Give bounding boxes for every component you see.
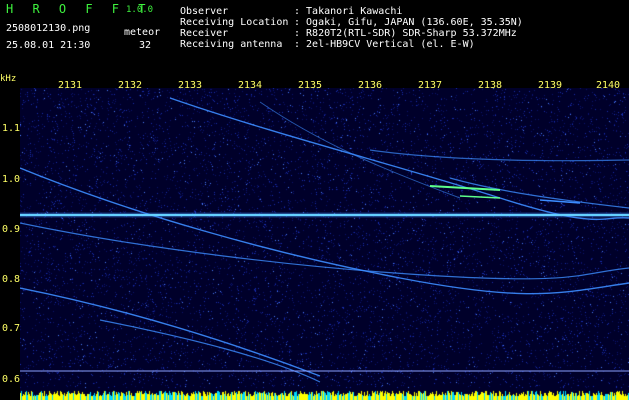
y-tick-0-6: 0.6: [2, 374, 21, 385]
trace-upper-b: [369, 149, 629, 162]
file-name: 2508012130.png: [6, 23, 91, 34]
datetime: 25.08.01 21:30: [6, 40, 91, 51]
x-tick-2134: 2134: [238, 80, 263, 91]
trace-lower-a: [20, 287, 321, 377]
y-tick-0-7: 0.7: [2, 323, 21, 334]
trace-mid-a: [20, 222, 629, 280]
trace-steep: [259, 101, 461, 199]
x-tick-2131: 2131: [58, 80, 83, 91]
antenna-label: Receiving antenna: [180, 39, 283, 50]
x-tick-2135: 2135: [298, 80, 323, 91]
x-tick-2132: 2132: [118, 80, 143, 91]
x-tick-2138: 2138: [478, 80, 503, 91]
meteor-count: 32: [139, 40, 152, 51]
antenna-value: : 2el-HB9CV Vertical (el. E-W): [294, 39, 475, 50]
trace-upper-c: [20, 167, 629, 295]
trace-lower-b: [99, 319, 321, 383]
x-tick-2140: 2140: [596, 80, 621, 91]
trace-tail: [449, 177, 629, 209]
spectrogram-plot: [20, 88, 629, 400]
header-panel: H R O F F T 1.0.0 2508012130.png meteor …: [0, 0, 629, 75]
x-tick-2136: 2136: [358, 80, 383, 91]
x-tick-2139: 2139: [538, 80, 563, 91]
mode-label: meteor: [124, 27, 161, 38]
y-tick-1-1: 1.1: [2, 123, 21, 134]
x-tick-2137: 2137: [418, 80, 443, 91]
y-unit-label: kHz: [0, 74, 17, 84]
x-tick-2133: 2133: [178, 80, 203, 91]
spectrogram-traces: [20, 97, 629, 383]
app-version: 1.0.0: [126, 5, 154, 15]
y-tick-0-9: 0.9: [2, 224, 21, 235]
y-tick-0-8: 0.8: [2, 274, 21, 285]
y-tick-1-0: 1.0: [2, 174, 21, 185]
